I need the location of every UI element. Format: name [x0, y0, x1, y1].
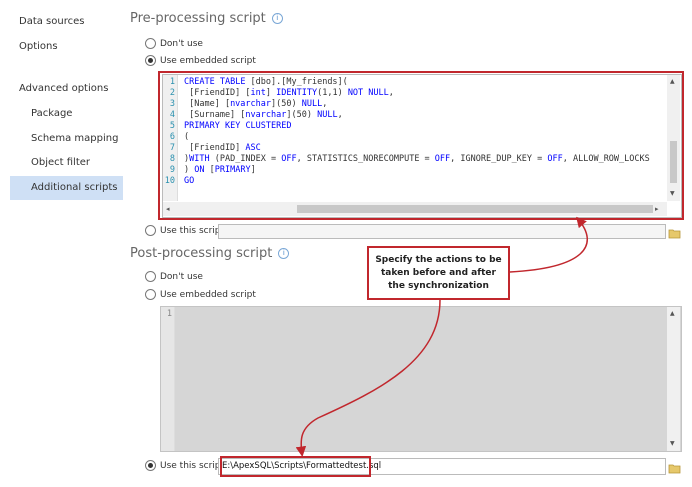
arrow-to-post-path	[295, 299, 441, 457]
callout-arrows	[295, 216, 588, 457]
arrow-to-pre-editor	[509, 216, 588, 273]
